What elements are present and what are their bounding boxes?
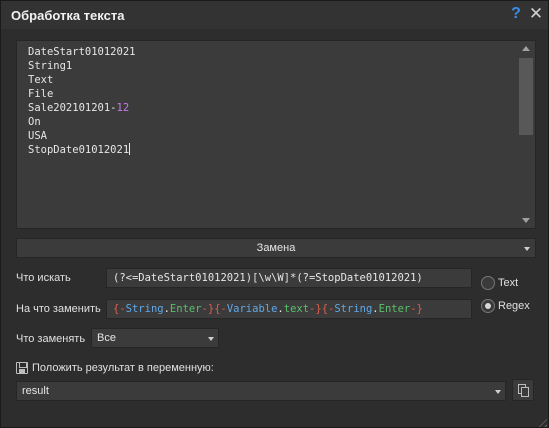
text-mode-label[interactable]: Text — [498, 277, 518, 289]
search-label: Что искать — [16, 272, 71, 284]
token: Enter — [169, 303, 202, 315]
editor-content[interactable]: DateStart01012021 String1 Text File Sale… — [28, 45, 135, 157]
chevron-down-icon — [524, 247, 530, 251]
editor-line: Text — [28, 74, 54, 86]
text-processing-dialog: Обработка текста ? ✕ DateStart01012021 S… — [0, 0, 549, 428]
chevron-down-icon — [208, 337, 214, 341]
replace-pattern-input[interactable]: {-String.Enter-}{-Variable.text-}{-Strin… — [106, 299, 472, 319]
close-button[interactable]: ✕ — [528, 5, 544, 23]
token: -} — [201, 303, 215, 315]
token: Variable — [226, 303, 278, 315]
title-bar: Обработка текста ? ✕ — [1, 1, 548, 29]
editor-line: USA — [28, 130, 47, 142]
editor-line: On — [28, 116, 41, 128]
mode-dropdown[interactable]: Замена — [16, 238, 536, 258]
result-variable-dropdown[interactable]: result — [16, 381, 506, 401]
regex-mode-radio[interactable] — [481, 299, 495, 313]
result-variable-value: result — [22, 385, 49, 397]
mode-selected-value: Замена — [256, 242, 296, 254]
editor-line: Sale202101201- — [28, 102, 117, 114]
save-icon — [16, 362, 28, 374]
search-pattern-input[interactable]: (?<=DateStart01012021)[\w\W]*(?=StopDate… — [106, 268, 472, 288]
editor-line: StopDate01012021 — [28, 144, 130, 156]
regex-mode-label[interactable]: Regex — [498, 300, 530, 312]
scrollbar-thumb[interactable] — [519, 58, 533, 135]
text-editor[interactable]: DateStart01012021 String1 Text File Sale… — [16, 40, 536, 229]
copy-icon-front — [521, 387, 529, 397]
token: -} — [309, 303, 322, 315]
token: Enter — [378, 303, 411, 315]
editor-scrollbar[interactable] — [518, 41, 535, 228]
editor-line: File — [28, 88, 54, 100]
dialog-title: Обработка текста — [11, 8, 125, 23]
copy-button[interactable] — [512, 379, 534, 401]
text-mode-radio[interactable] — [481, 276, 495, 290]
replace-label: На что заменить — [16, 303, 101, 315]
token: String — [334, 303, 373, 315]
what-replace-dropdown[interactable]: Все — [91, 328, 219, 348]
what-replace-label: Что заменять — [16, 333, 86, 345]
token: {- — [321, 303, 335, 315]
token: {- — [113, 303, 126, 315]
what-replace-selected: Все — [97, 332, 116, 344]
replace-pattern-value: {-String.Enter-}{-Variable.text-}{-Strin… — [113, 303, 423, 315]
resize-grip-icon[interactable] — [535, 415, 547, 427]
help-button[interactable]: ? — [509, 5, 523, 23]
token: text — [283, 303, 310, 315]
editor-line: String1 — [28, 60, 73, 72]
result-label: Положить результат в переменную: — [32, 362, 214, 374]
token: -} — [410, 303, 423, 315]
scroll-down-arrow-icon[interactable] — [522, 218, 530, 223]
token: {- — [214, 303, 227, 315]
text-caret — [129, 143, 131, 155]
chevron-down-icon — [495, 390, 501, 394]
highlighted-number: 12 — [116, 102, 130, 114]
token: String — [125, 303, 164, 315]
search-pattern-value: (?<=DateStart01012021)[\w\W]*(?=StopDate… — [113, 272, 423, 284]
editor-line: DateStart01012021 — [28, 46, 136, 58]
scroll-up-arrow-icon[interactable] — [522, 46, 530, 51]
